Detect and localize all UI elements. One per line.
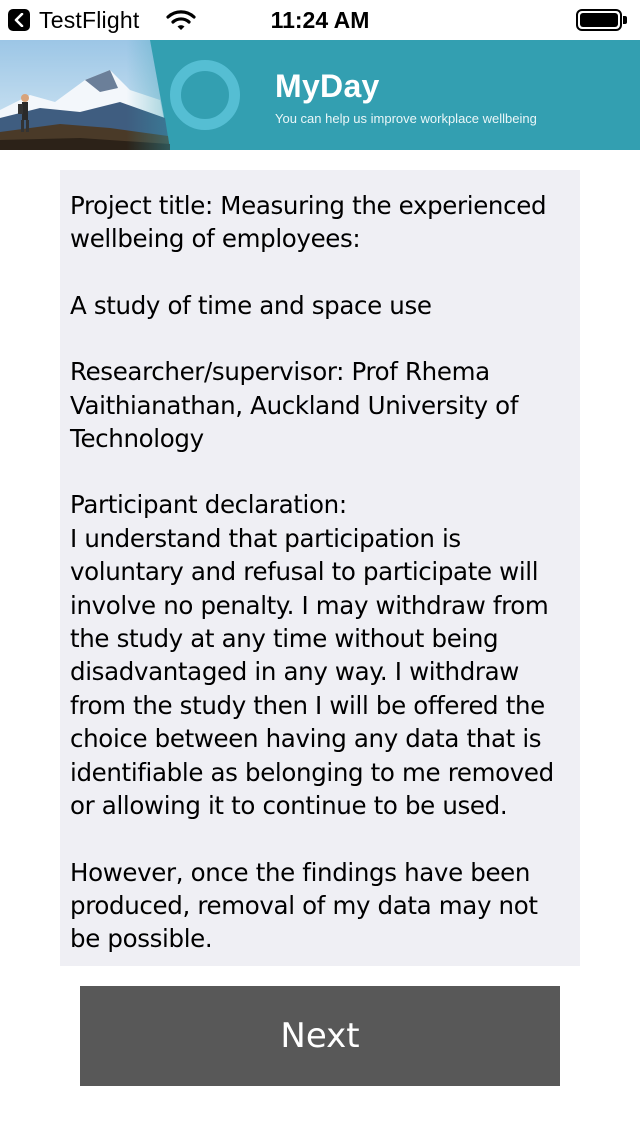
app-title: MyDay	[275, 68, 380, 104]
researcher-line: Researcher/supervisor: Prof Rhema Vaithi…	[70, 357, 519, 454]
declaration-body: I understand that participation is volun…	[70, 523, 554, 821]
declaration-heading: Participant declaration:	[70, 490, 347, 520]
app-banner: MyDay You can help us improve workplace …	[0, 40, 640, 150]
status-time: 11:24 AM	[270, 7, 370, 33]
app-tagline: You can help us improve workplace wellbe…	[275, 111, 537, 126]
project-subtitle: A study of time and space use	[70, 290, 432, 320]
findings-note: However, once the findings have been pro…	[70, 857, 538, 954]
status-bar: TestFlight 11:24 AM	[0, 0, 640, 40]
battery-icon	[576, 9, 628, 31]
consent-text: Project title: Measuring the experienced…	[60, 170, 580, 956]
project-title: Project title: Measuring the experienced…	[70, 191, 547, 254]
next-button[interactable]: Next	[80, 986, 560, 1086]
consent-text-panel[interactable]: Project title: Measuring the experienced…	[60, 170, 580, 966]
logo-ring-icon	[170, 60, 240, 130]
